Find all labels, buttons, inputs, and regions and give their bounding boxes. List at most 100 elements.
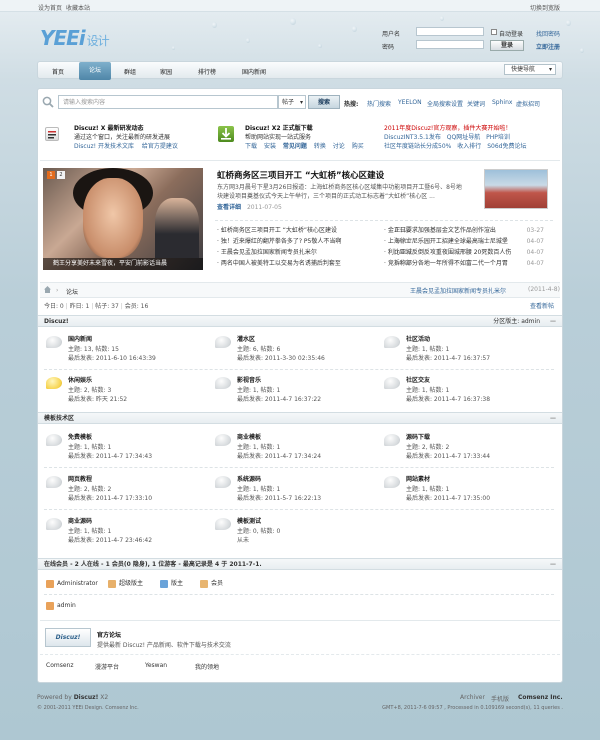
online-user[interactable]: admin (46, 601, 76, 611)
collapse-icon[interactable]: — (550, 413, 556, 424)
forum-name[interactable]: 源码下载 (406, 432, 430, 441)
forum-name[interactable]: 休闲娱乐 (68, 375, 92, 384)
quick-nav-dropdown[interactable]: 快捷导航 ▾ (504, 64, 556, 75)
promo-link-install[interactable]: 安装 (264, 143, 276, 150)
forum-item[interactable]: 源码下载 主题: 2, 帖数: 2 最后发表: 2011-4-7 17:33:44 (384, 432, 554, 462)
forum-last-post[interactable]: 最后发表: 2011-4-7 17:35:00 (406, 493, 490, 502)
forum-name[interactable]: 社区交友 (406, 375, 430, 384)
slider-page-2[interactable]: 2 (57, 171, 65, 179)
friend-link[interactable]: Comsenz (46, 662, 73, 669)
set-home-link[interactable]: 设为首页 (38, 3, 62, 12)
forum-name[interactable]: 商业模板 (237, 432, 261, 441)
forum-last-post[interactable]: 最后发表: 2011-4-7 17:33:10 (68, 493, 152, 502)
nav-item-home-space[interactable]: 家园 (160, 67, 172, 76)
forum-last-post[interactable]: 最后发表: 2011-6-10 16:43:39 (68, 353, 156, 362)
forum-last-post[interactable]: 最后发表: 2011-4-7 23:46:42 (68, 535, 152, 544)
news-list-item[interactable]: · 竞拆称部分各地一年所得不如富二代一个月胃 04-07 (384, 259, 544, 269)
forum-name[interactable]: 商业源码 (68, 516, 92, 525)
forum-name[interactable]: 模板测试 (237, 516, 261, 525)
online-username[interactable]: admin (57, 602, 76, 609)
promo-link-download[interactable]: 下载 (245, 143, 257, 150)
promo-link[interactable]: S06d免费论坛 (487, 143, 526, 150)
forum-item[interactable]: 社区活动 主题: 1, 帖数: 1 最后发表: 2011-4-7 16:37:57 (384, 334, 554, 364)
news-slider[interactable]: 1 2 鹤王分享美好未来雪夜，平安门前影话当晨 (43, 168, 203, 270)
nav-item-domestic-news[interactable]: 国内新闻 (242, 67, 266, 76)
forum-item[interactable]: 模板测试 主题: 0, 帖数: 0 从未 (215, 516, 385, 546)
promo-link-faq[interactable]: 常见问题 (283, 143, 307, 150)
news-list-item[interactable]: · 独！近来爆红的翻芹拳各多了? P5敬人不当啊 04-07 (217, 237, 412, 247)
search-type-select[interactable]: 帖子 ▾ (278, 95, 306, 109)
news-list-item[interactable]: · 金正日要求加强基层金文艺作品创作渲出 03-27 (384, 226, 544, 236)
nav-item-group[interactable]: 群组 (124, 67, 136, 76)
promo-link[interactable]: 给官方提建议 (142, 143, 178, 150)
auto-login-checkbox[interactable] (491, 29, 497, 35)
forum-name[interactable]: 灌水区 (237, 334, 255, 343)
news-list-item[interactable]: · 上海徐士尼乐园开工招建全球最高瑞士尼城堡 04-07 (384, 237, 544, 247)
mobile-link[interactable]: 手机版 (491, 694, 509, 703)
headline-more-link[interactable]: 查看详细 (217, 204, 241, 211)
forum-item[interactable]: 网页教程 主题: 2, 帖数: 2 最后发表: 2011-4-7 17:33:10 (46, 474, 216, 504)
forum-item[interactable]: 休闲娱乐 主题: 2, 帖数: 3 最后发表: 昨天 21:52 (46, 375, 216, 405)
forum-last-post[interactable]: 最后发表: 2011-4-7 17:34:43 (68, 451, 152, 460)
section-header[interactable]: Discuz! 分区版主: admin — (38, 315, 562, 327)
search-input[interactable]: 请输入搜索内容 (58, 95, 278, 109)
collapse-icon[interactable]: — (550, 316, 556, 327)
forum-item[interactable]: 影视音乐 主题: 1, 帖数: 1 最后发表: 2011-4-7 16:37:22 (215, 375, 385, 405)
forum-name[interactable]: 社区活动 (406, 334, 430, 343)
announcement-link[interactable]: 王晨会见孟加拉国家新闻专员扎米尔 (410, 286, 506, 295)
powered-brand[interactable]: Discuz! (74, 694, 99, 701)
forum-item[interactable]: 社区交友 主题: 1, 帖数: 1 最后发表: 2011-4-7 16:37:38 (384, 375, 554, 405)
promo-contest-link[interactable]: 2011年度Discuz!官方观察，插件大赛开始啦！ (384, 124, 556, 133)
forum-last-post[interactable]: 最后发表: 2011-4-7 16:37:38 (406, 394, 490, 403)
search-button[interactable]: 搜索 (308, 95, 340, 109)
switch-style-link[interactable]: 切换到宽版 (530, 3, 560, 12)
site-logo[interactable]: YEEi 设计 (40, 26, 110, 50)
favorite-link[interactable]: 收藏本站 (66, 3, 90, 12)
forum-last-post[interactable]: 最后发表: 2011-5-7 16:22:13 (237, 493, 321, 502)
slider-caption[interactable]: 鹤王分享美好未来雪夜，平安门前影话当晨 (43, 258, 203, 270)
forum-last-post[interactable]: 最后发表: 2011-4-7 17:33:44 (406, 451, 490, 460)
view-new-posts-link[interactable]: 查看新帖 (530, 301, 554, 310)
hot-search-link[interactable]: 全局搜索设置 (427, 99, 463, 108)
breadcrumb-forum[interactable]: 论坛 (66, 287, 78, 296)
promo-link[interactable]: 收入排行 (457, 143, 481, 150)
promo-link[interactable]: PHP培训 (486, 134, 510, 141)
forum-name[interactable]: 网站素材 (406, 474, 430, 483)
archiver-link[interactable]: Archiver (460, 694, 485, 701)
forum-last-post[interactable]: 最后发表: 2011-4-7 17:34:24 (237, 451, 321, 460)
headline-title[interactable]: 虹桥商务区三项目开工 “大虹桥”核心区建设 (217, 169, 384, 181)
retrieve-password-link[interactable]: 找回密码 (536, 29, 560, 38)
news-list-item[interactable]: · 利比亚城反倒反攻重夜围城邢腰 20死数百人伤 04-07 (384, 248, 544, 258)
promo-link-buy[interactable]: 购买 (352, 143, 364, 150)
forum-name[interactable]: 国内新闻 (68, 334, 92, 343)
promo-link[interactable]: Discuz! 开发技术文库 (74, 143, 134, 150)
news-list-item[interactable]: · 虹桥商务区三项目开工 “大虹桥”核心区建设 03-27 (217, 226, 412, 236)
promo-link[interactable]: DiscuzINT3.5.1发布 (384, 134, 441, 141)
forum-item[interactable]: 商业模板 主题: 1, 帖数: 1 最后发表: 2011-4-7 17:34:24 (215, 432, 385, 462)
hot-search-link[interactable]: 虚拟招司 (516, 99, 540, 108)
forum-item[interactable]: 系统源码 主题: 1, 帖数: 1 最后发表: 2011-5-7 16:22:13 (215, 474, 385, 504)
slider-page-1[interactable]: 1 (47, 171, 55, 179)
forum-last-post[interactable]: 最后发表: 2011-4-7 16:37:57 (406, 353, 490, 362)
forum-last-post[interactable]: 最后发表: 昨天 21:52 (68, 394, 127, 403)
nav-item-home[interactable]: 首页 (52, 67, 64, 76)
promo-link-convert[interactable]: 转换 (314, 143, 326, 150)
register-link[interactable]: 立即注册 (536, 42, 560, 51)
forum-item[interactable]: 灌水区 主题: 6, 帖数: 6 最后发表: 2011-3-30 02:35:46 (215, 334, 385, 364)
hot-search-link[interactable]: YEELON (398, 99, 422, 106)
forum-last-post[interactable]: 最后发表: 2011-3-30 02:35:46 (237, 353, 325, 362)
forum-name[interactable]: 网页教程 (68, 474, 92, 483)
news-list-item[interactable]: · 王晨会见孟加拉国家新闻专员扎米尔 04-07 (217, 248, 412, 258)
home-icon[interactable] (43, 285, 52, 294)
news-list-item[interactable]: · 两名中国人被美特工以交易为名诱捕后判套至 04-07 (217, 259, 412, 269)
company-link[interactable]: Comsenz Inc. (518, 694, 563, 701)
forum-name[interactable]: 免费模板 (68, 432, 92, 441)
online-members-header[interactable]: 在线会员 - 2 人在线 - 1 会员(0 隐身), 1 位游客 - 最高记录是… (38, 558, 562, 570)
forum-last-post[interactable]: 最后发表: 2011-4-7 16:37:22 (237, 394, 321, 403)
promo-link-discuss[interactable]: 讨论 (333, 143, 345, 150)
promo-link[interactable]: 社区年度链站长分成50% (384, 143, 451, 150)
headline-thumbnail[interactable] (484, 169, 548, 209)
hot-search-link[interactable]: 关键词 (467, 99, 485, 108)
hot-search-link[interactable]: Sphinx (492, 99, 512, 106)
section-header[interactable]: 模板技术区 — (38, 412, 562, 424)
